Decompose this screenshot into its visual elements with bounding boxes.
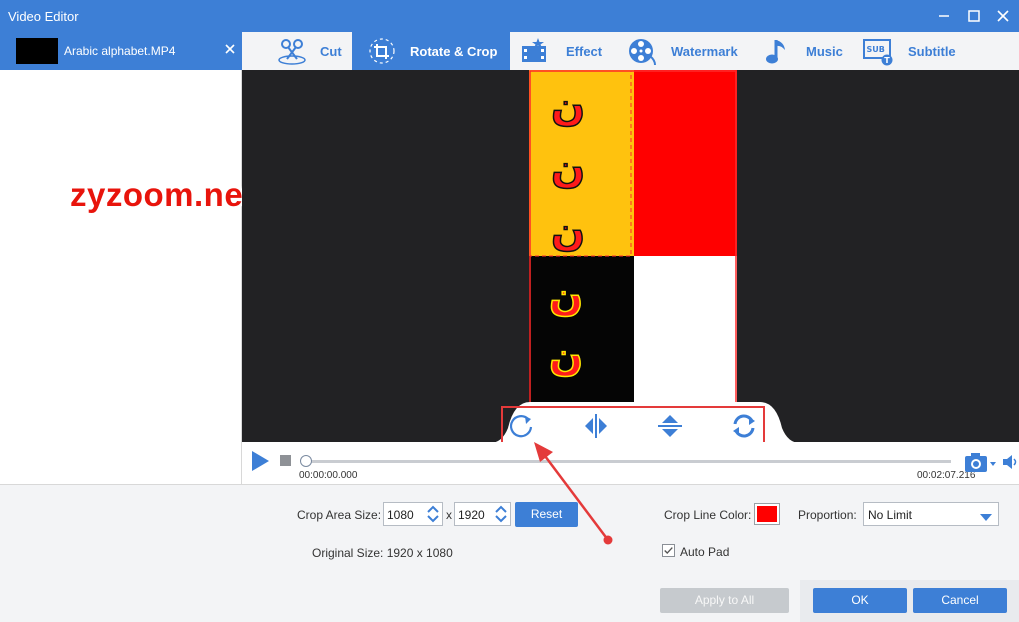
file-sidebar: Arabic alphabet.MP4 xyxy=(0,32,242,484)
tab-rotate-crop[interactable]: Rotate & Crop xyxy=(352,32,510,70)
color-swatch-fill xyxy=(757,506,777,522)
video-glyph: ن xyxy=(551,209,585,255)
music-note-icon xyxy=(762,36,794,66)
stepper-arrows-icon[interactable] xyxy=(427,505,439,523)
stop-icon[interactable] xyxy=(280,455,291,466)
ok-button[interactable]: OK xyxy=(813,588,907,613)
maximize-icon[interactable] xyxy=(965,7,983,25)
play-icon[interactable] xyxy=(250,450,270,472)
remove-file-icon[interactable] xyxy=(222,41,238,57)
playback-bar: 00:00:00.000 00:02:07.216 xyxy=(242,442,1019,484)
film-reel-icon xyxy=(626,36,658,66)
proportion-label: Proportion: xyxy=(798,508,857,522)
tab-watermark[interactable]: Watermark xyxy=(626,32,750,70)
scissors-icon xyxy=(276,36,308,66)
tab-label: Effect xyxy=(566,44,603,59)
crop-height-stepper[interactable]: 1920 xyxy=(454,502,511,526)
tab-label: Rotate & Crop xyxy=(410,44,498,59)
proportion-select[interactable]: No Limit xyxy=(863,502,999,526)
close-icon[interactable] xyxy=(994,7,1012,25)
file-name: Arabic alphabet.MP4 xyxy=(64,44,176,58)
editor-tabs: Cut Rotate & Crop Effect Watermark Music… xyxy=(242,32,1019,70)
tab-music[interactable]: Music xyxy=(762,32,846,70)
crop-line-color-picker[interactable] xyxy=(754,503,780,525)
crop-height-value: 1920 xyxy=(458,508,485,522)
video-glyph: ن xyxy=(551,84,585,130)
subtitle-icon: SUB T xyxy=(862,36,894,66)
video-frame: ن ن ن ن ن ن xyxy=(529,70,737,442)
window-title: Video Editor xyxy=(8,9,79,24)
current-time: 00:00:00.000 xyxy=(299,470,358,481)
svg-text:T: T xyxy=(884,56,890,65)
volume-icon[interactable] xyxy=(1002,453,1019,471)
video-preview[interactable]: ن ن ن ن ن ن xyxy=(242,70,1019,442)
video-glyph: ن xyxy=(549,334,583,380)
svg-text:SUB: SUB xyxy=(867,45,885,54)
seek-track[interactable] xyxy=(304,460,951,463)
tab-label: Cut xyxy=(320,44,342,59)
cancel-button[interactable]: Cancel xyxy=(913,588,1007,613)
file-tab[interactable]: Arabic alphabet.MP4 xyxy=(0,32,242,70)
reset-button[interactable]: Reset xyxy=(515,502,578,527)
seek-handle[interactable] xyxy=(300,455,312,467)
size-separator: x xyxy=(446,508,452,522)
auto-pad-label: Auto Pad xyxy=(680,545,730,559)
crop-width-stepper[interactable]: 1080 xyxy=(383,502,443,526)
site-watermark: zyzoom.net xyxy=(70,176,255,213)
title-bar: Video Editor xyxy=(0,0,1019,32)
auto-pad-checkbox[interactable] xyxy=(662,544,675,557)
crop-width-value: 1080 xyxy=(387,508,414,522)
tab-label: Music xyxy=(806,44,843,59)
minimize-icon[interactable] xyxy=(935,7,953,25)
tab-effect[interactable]: Effect xyxy=(518,32,614,70)
tab-label: Watermark xyxy=(671,44,738,59)
tab-subtitle[interactable]: SUB T Subtitle xyxy=(862,32,972,70)
crop-line-color-label: Crop Line Color: xyxy=(664,508,752,522)
proportion-value: No Limit xyxy=(868,508,913,522)
file-thumbnail xyxy=(16,38,58,64)
crop-controls: Crop Area Size: 1080 x 1920 Reset Origin… xyxy=(0,484,1019,622)
crop-area-label: Crop Area Size: xyxy=(297,508,382,522)
snapshot-camera-icon[interactable] xyxy=(964,451,998,473)
effect-icon xyxy=(518,36,550,66)
video-glyph: ن xyxy=(551,146,585,192)
original-size: Original Size: 1920 x 1080 xyxy=(312,546,453,560)
apply-to-all-button[interactable]: Apply to All xyxy=(660,588,789,613)
tab-label: Subtitle xyxy=(908,44,956,59)
crop-icon xyxy=(366,36,398,66)
chevron-down-icon xyxy=(980,511,992,521)
stepper-arrows-icon[interactable] xyxy=(495,505,507,523)
video-glyph: ن xyxy=(549,274,583,320)
